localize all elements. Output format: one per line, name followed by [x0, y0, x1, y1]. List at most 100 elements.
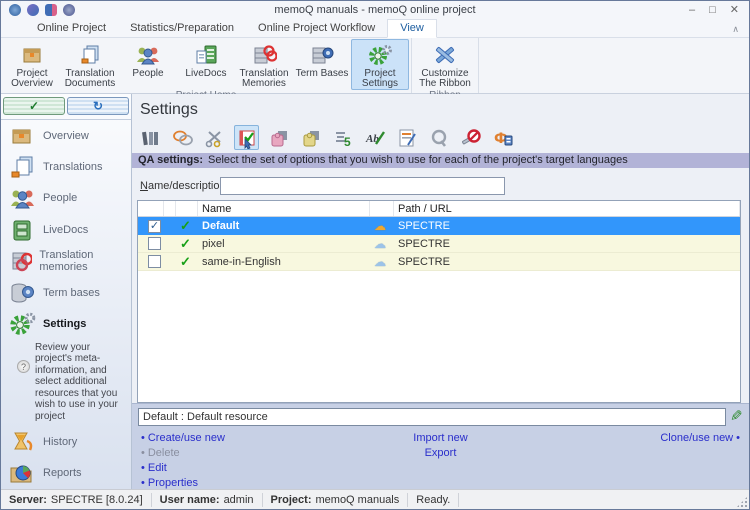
tm-settings-icon[interactable] — [266, 125, 291, 150]
segmentation-rules-icon[interactable] — [202, 125, 227, 150]
livedocs-settings-icon[interactable] — [298, 125, 323, 150]
translation-documents-button[interactable]: TranslationDocuments — [61, 39, 119, 90]
resize-grip[interactable] — [737, 497, 747, 507]
term-bases-icon — [8, 280, 36, 306]
minimize-button[interactable]: – — [689, 1, 695, 19]
ignore-lists-icon[interactable]: Ab — [362, 125, 387, 150]
qa-banner-title: QA settings: — [138, 154, 203, 166]
sidebar-item-settings[interactable]: Settings — [1, 308, 131, 339]
page-title: Settings — [132, 94, 749, 123]
cloud-icon: ☁ — [370, 220, 394, 232]
row-checkbox[interactable]: ✓ — [148, 220, 161, 233]
people-icon — [8, 185, 36, 211]
column-header-path[interactable]: Path / URL — [394, 201, 740, 216]
close-button[interactable]: ✕ — [730, 1, 739, 19]
column-header-name[interactable]: Name — [198, 201, 370, 216]
qa-settings-icon[interactable] — [234, 125, 259, 150]
general-settings-icon[interactable] — [138, 125, 163, 150]
refresh-button[interactable]: ↻ — [67, 97, 129, 115]
status-server: Server:SPECTRE [8.0.24] — [7, 493, 152, 507]
valid-check-icon: ✓ — [176, 218, 198, 234]
livedocs-button[interactable]: LiveDocs — [177, 39, 235, 90]
sidebar-item-reports[interactable]: Reports — [1, 458, 131, 489]
table-row[interactable]: ✓ same-in-English ☁ SPECTRE — [138, 253, 740, 271]
filter-row: Name/description — [132, 168, 749, 200]
project-settings-button[interactable]: ProjectSettings — [351, 39, 409, 90]
translation-memories-icon — [8, 248, 32, 274]
table-header: Name Path / URL — [138, 201, 740, 217]
quick-access-toolbar — [5, 4, 75, 16]
notebook-icon[interactable] — [45, 4, 57, 16]
people-button[interactable]: People — [119, 39, 177, 90]
table-row[interactable]: ✓ ✓ Default ☁ SPECTRE — [138, 217, 740, 235]
resource-actions-panel: Default : Default resource ✎ •Create/use… — [132, 403, 749, 489]
maximize-button[interactable]: □ — [709, 1, 716, 19]
options-gear-icon[interactable] — [63, 4, 75, 16]
resources-table: Name Path / URL ✓ ✓ Default ☁ SPECTRE ✓ — [137, 200, 741, 403]
links-center: Import new Export — [340, 432, 542, 489]
tab-view[interactable]: View — [387, 19, 437, 38]
sidebar-item-term-bases[interactable]: Term bases — [1, 277, 131, 308]
sidebar-item-translation-memories[interactable]: Translation memories — [1, 246, 131, 277]
row-checkbox[interactable] — [148, 237, 161, 250]
translation-memories-icon — [251, 42, 277, 68]
cloud-icon: ☁ — [370, 256, 394, 268]
project-overview-button[interactable]: ProjectOverview — [3, 39, 61, 90]
table-row[interactable]: ✓ pixel ☁ SPECTRE — [138, 235, 740, 253]
sidebar-item-livedocs[interactable]: LiveDocs — [1, 214, 131, 245]
edit-link[interactable]: •Edit — [138, 462, 340, 474]
sidebar-item-overview[interactable]: Overview — [1, 120, 131, 151]
font-substitution-icon[interactable]: Ф — [490, 125, 515, 150]
links-right: Clone/use new• — [541, 432, 743, 489]
import-new-link[interactable]: Import new — [413, 432, 467, 444]
cloud-icon: ☁ — [370, 238, 394, 250]
window-title: memoQ manuals - memoQ online project — [1, 4, 749, 16]
qa-banner-text: Select the set of options that you wish … — [208, 154, 628, 166]
livedocs-icon — [194, 42, 218, 68]
resource-path: SPECTRE — [394, 256, 740, 268]
light-resources-icon[interactable] — [426, 125, 451, 150]
collapse-ribbon-icon[interactable]: ∧ — [732, 24, 739, 35]
translations-icon — [8, 154, 36, 180]
clone-use-new-link[interactable]: Clone/use new• — [660, 432, 743, 444]
apply-button[interactable]: ✓ — [3, 97, 65, 115]
name-description-input[interactable] — [220, 177, 505, 195]
tab-online-project[interactable]: Online Project — [25, 20, 118, 37]
help-icon: ? — [17, 360, 30, 373]
tab-statistics-preparation[interactable]: Statistics/Preparation — [118, 20, 246, 37]
project-overview-icon — [20, 42, 44, 68]
sidebar-item-people[interactable]: People — [1, 183, 131, 214]
valid-check-icon: ✓ — [176, 236, 198, 252]
memoq-window: memoQ manuals - memoQ online project – □… — [0, 0, 750, 510]
properties-link[interactable]: •Properties — [138, 477, 340, 489]
selected-resource-field[interactable]: Default : Default resource — [138, 408, 726, 426]
sidebar-item-history[interactable]: History — [1, 426, 131, 457]
term-bases-button[interactable]: Term Bases — [293, 39, 351, 90]
svg-text:5: 5 — [344, 135, 351, 149]
edit-resource-icon[interactable]: ✎ — [730, 409, 743, 425]
customize-ribbon-icon — [432, 42, 458, 68]
tab-online-project-workflow[interactable]: Online Project Workflow — [246, 20, 387, 37]
check-icon: ✓ — [29, 99, 39, 113]
valid-check-icon: ✓ — [176, 254, 198, 270]
sidebar: ✓ ↻ Overview Translations People LiveDoc… — [1, 94, 132, 489]
export-settings-icon[interactable] — [394, 125, 419, 150]
status-user: User name:admin — [152, 493, 263, 507]
row-checkbox[interactable] — [148, 255, 161, 268]
stop-word-lists-icon[interactable] — [458, 125, 483, 150]
history-icon — [8, 429, 36, 455]
auto-translation-rules-icon[interactable]: 5 — [330, 125, 355, 150]
create-use-new-link[interactable]: •Create/use new — [138, 432, 340, 444]
export-link[interactable]: Export — [425, 447, 457, 459]
communication-settings-icon[interactable] — [170, 125, 195, 150]
customize-ribbon-button[interactable]: CustomizeThe Ribbon — [414, 39, 476, 90]
status-project: Project:memoQ manuals — [263, 493, 409, 507]
resource-name: same-in-English — [198, 256, 370, 268]
sync-gear-icon[interactable] — [27, 4, 39, 16]
links-left: •Create/use new •Delete •Edit •Propertie… — [138, 432, 340, 489]
memoq-app-icon[interactable] — [9, 4, 21, 16]
sidebar-item-translations[interactable]: Translations — [1, 151, 131, 182]
translation-memories-button[interactable]: TranslationMemories — [235, 39, 293, 90]
delete-link[interactable]: •Delete — [138, 447, 340, 459]
settings-icon — [8, 311, 36, 337]
